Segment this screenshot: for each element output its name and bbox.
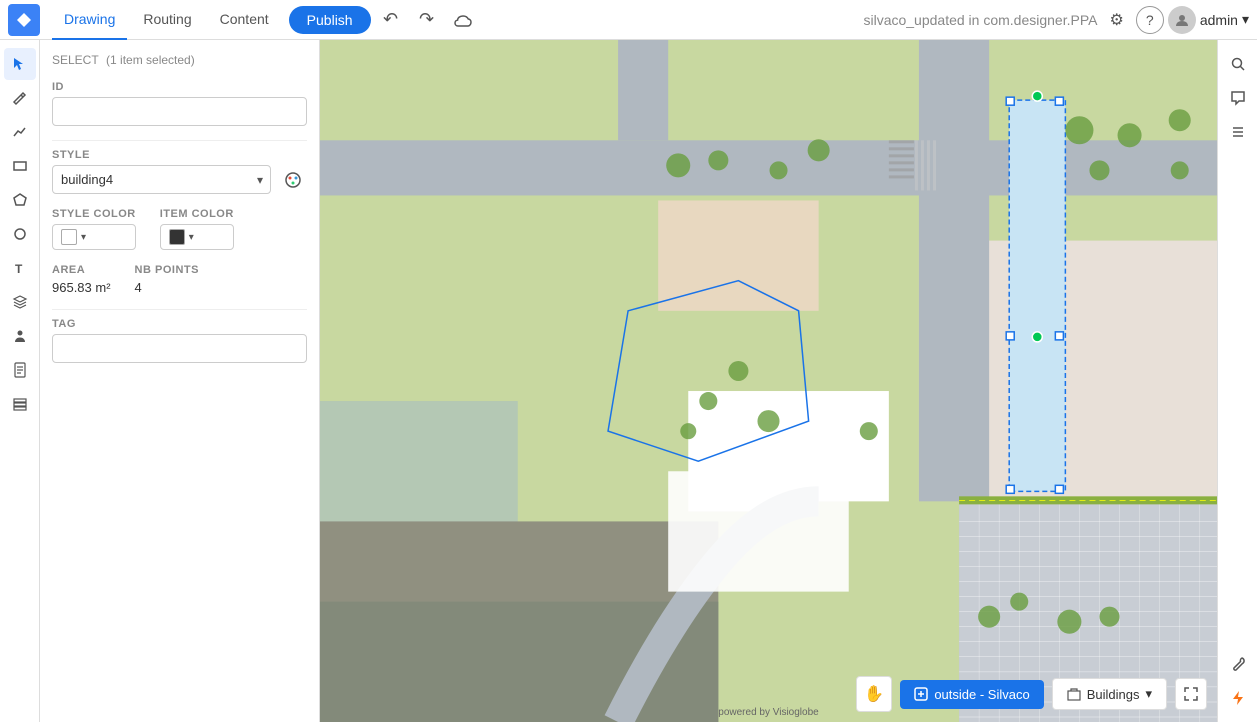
app-logo[interactable] xyxy=(8,4,40,36)
color-field-group: STYLE COLOR ▾ ITEM COLOR ▾ xyxy=(52,208,307,250)
style-label: STYLE xyxy=(52,149,307,161)
tab-routing[interactable]: Routing xyxy=(131,0,203,40)
circle-tool-icon[interactable] xyxy=(4,218,36,250)
item-color-label: ITEM COLOR xyxy=(160,208,234,220)
undo-icon[interactable]: ↶ xyxy=(375,4,407,36)
user-dropdown-icon: ▾ xyxy=(1242,11,1249,28)
avatar xyxy=(1168,6,1196,34)
project-title: silvaco_updated in com.designer.PPA xyxy=(863,12,1097,28)
palette-icon[interactable] xyxy=(279,166,307,194)
nb-points-value: 4 xyxy=(135,280,199,295)
id-input[interactable] xyxy=(52,97,307,126)
redo-icon[interactable]: ↷ xyxy=(411,4,443,36)
stats-field-group: AREA 965.83 m² NB POINTS 4 xyxy=(52,264,307,295)
divider-2 xyxy=(52,309,307,310)
lightning-icon[interactable] xyxy=(1222,682,1254,714)
map-area[interactable]: P P ✋ outside - Silvaco Buildings ▾ powe… xyxy=(320,40,1217,722)
pencil-tool-icon[interactable] xyxy=(4,82,36,114)
select-status: SELECT (1 item selected) xyxy=(52,52,307,67)
text-tool-icon[interactable]: T xyxy=(4,252,36,284)
tag-input[interactable] xyxy=(52,334,307,363)
comment-icon[interactable] xyxy=(1222,82,1254,114)
area-group: AREA 965.83 m² xyxy=(52,264,111,295)
powered-by-text: powered by Visioglobe xyxy=(718,707,818,718)
layers-tool-icon[interactable] xyxy=(4,286,36,318)
nb-points-label: NB POINTS xyxy=(135,264,199,276)
divider-1 xyxy=(52,140,307,141)
style-color-button[interactable]: ▾ xyxy=(52,224,136,250)
buildings-button[interactable]: Buildings ▾ xyxy=(1052,678,1167,710)
style-row: building4 ▾ xyxy=(52,165,307,194)
style-color-label: STYLE COLOR xyxy=(52,208,136,220)
left-toolbar: T xyxy=(0,40,40,722)
nb-points-group: NB POINTS 4 xyxy=(135,264,199,295)
help-icon[interactable]: ? xyxy=(1136,6,1164,34)
rectangle-tool-icon[interactable] xyxy=(4,150,36,182)
item-color-swatch xyxy=(169,229,185,245)
right-toolbar xyxy=(1217,40,1257,722)
publish-button[interactable]: Publish xyxy=(289,6,371,34)
id-field-group: ID xyxy=(52,81,307,126)
stats-row: AREA 965.83 m² NB POINTS 4 xyxy=(52,264,307,295)
user-name: admin xyxy=(1200,12,1238,28)
side-panel: SELECT (1 item selected) ID STYLE buildi… xyxy=(40,40,320,722)
person-tool-icon[interactable] xyxy=(4,320,36,352)
select-tool-icon[interactable] xyxy=(4,48,36,80)
main-area: T SELECT (1 item selected) ID STYLE xyxy=(0,40,1257,722)
map-canvas: P P xyxy=(320,40,1217,722)
svg-text:T: T xyxy=(15,262,23,276)
buildings-label: Buildings xyxy=(1087,687,1140,702)
item-color-group: ITEM COLOR ▾ xyxy=(160,208,234,250)
polygon-tool-icon[interactable] xyxy=(4,184,36,216)
tag-field-group: TAG xyxy=(52,318,307,363)
stack-tool-icon[interactable] xyxy=(4,388,36,420)
id-label: ID xyxy=(52,81,307,93)
topbar: Drawing Routing Content Publish ↶ ↷ silv… xyxy=(0,0,1257,40)
style-field-group: STYLE building4 ▾ xyxy=(52,149,307,194)
style-select[interactable]: building4 xyxy=(52,165,271,194)
item-color-arrow-icon: ▾ xyxy=(189,232,194,243)
area-label: AREA xyxy=(52,264,111,276)
search-right-icon[interactable] xyxy=(1222,48,1254,80)
document-tool-icon[interactable] xyxy=(4,354,36,386)
outside-silvaco-button[interactable]: outside - Silvaco xyxy=(900,680,1043,709)
area-value: 965.83 m² xyxy=(52,280,111,295)
tab-content[interactable]: Content xyxy=(208,0,281,40)
style-color-arrow-icon: ▾ xyxy=(81,232,86,243)
hand-tool-button[interactable]: ✋ xyxy=(856,676,892,712)
buildings-dropdown-icon: ▾ xyxy=(1145,686,1152,702)
item-color-button[interactable]: ▾ xyxy=(160,224,234,250)
fullscreen-button[interactable] xyxy=(1175,678,1207,710)
style-select-wrapper: building4 ▾ xyxy=(52,165,271,194)
tag-label: TAG xyxy=(52,318,307,330)
chart-tool-icon[interactable] xyxy=(4,116,36,148)
list-right-icon[interactable] xyxy=(1222,116,1254,148)
select-label: SELECT (1 item selected) xyxy=(52,53,195,67)
style-color-swatch xyxy=(61,229,77,245)
style-color-group: STYLE COLOR ▾ xyxy=(52,208,136,250)
cloud-icon[interactable] xyxy=(447,4,479,36)
settings-icon[interactable]: ⚙ xyxy=(1109,10,1123,30)
outside-label: outside - Silvaco xyxy=(934,687,1029,702)
tab-drawing[interactable]: Drawing xyxy=(52,0,127,40)
user-menu[interactable]: admin ▾ xyxy=(1168,6,1249,34)
wrench-icon[interactable] xyxy=(1222,648,1254,680)
color-row: STYLE COLOR ▾ ITEM COLOR ▾ xyxy=(52,208,307,250)
